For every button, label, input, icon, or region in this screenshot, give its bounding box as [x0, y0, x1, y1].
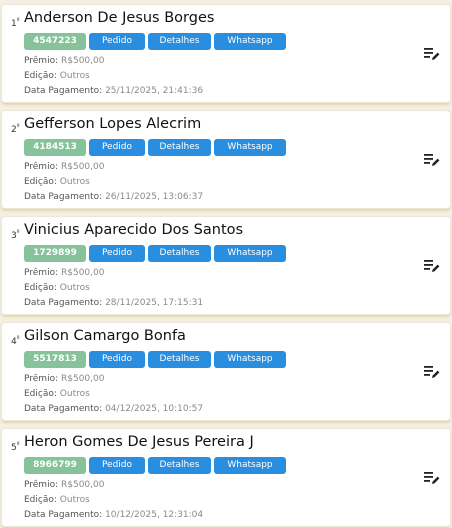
detalhes-button[interactable]: Detalhes	[148, 139, 211, 156]
detalhes-button[interactable]: Detalhes	[148, 457, 211, 474]
edit-list-icon[interactable]	[424, 46, 440, 60]
data-pagamento-value: 28/11/2025, 17:15:31	[105, 298, 204, 308]
premio-row: Prêmio: R$500,00	[24, 268, 104, 278]
edicao-value: Outros	[59, 389, 90, 399]
winner-name: Gefferson Lopes Alecrim	[24, 116, 202, 132]
ticket-id-badge: 1729899	[24, 245, 86, 262]
detalhes-button[interactable]: Detalhes	[148, 245, 211, 262]
data-pagamento-value: 25/11/2025, 21:41:36	[105, 86, 204, 96]
data-pagamento-label: Data Pagamento:	[24, 298, 103, 308]
premio-value: R$500,00	[61, 480, 105, 490]
edicao-label: Edição:	[24, 389, 57, 399]
premio-label: Prêmio:	[24, 268, 59, 278]
premio-row: Prêmio: R$500,00	[24, 480, 104, 490]
premio-row: Prêmio: R$500,00	[24, 56, 104, 66]
whatsapp-button[interactable]: Whatsapp	[214, 33, 286, 50]
rank-number: 3º	[11, 229, 20, 241]
data-pagamento-row: Data Pagamento: 04/12/2025, 10:10:57	[24, 404, 203, 414]
edicao-row: Edição: Outros	[24, 71, 90, 81]
winner-card: 3º Vinicius Aparecido Dos Santos 1729899…	[1, 216, 451, 315]
edit-list-icon[interactable]	[424, 152, 440, 166]
data-pagamento-row: Data Pagamento: 25/11/2025, 21:41:36	[24, 86, 203, 96]
edit-list-icon[interactable]	[424, 258, 440, 272]
ticket-id-badge: 4547223	[24, 33, 86, 50]
premio-value: R$500,00	[61, 268, 105, 278]
detalhes-button[interactable]: Detalhes	[148, 33, 211, 50]
data-pagamento-row: Data Pagamento: 10/12/2025, 12:31:04	[24, 510, 203, 520]
ticket-id-badge: 4184513	[24, 139, 86, 156]
winners-list: 1º Anderson De Jesus Borges 4547223 Pedi…	[0, 0, 452, 528]
pedido-button[interactable]: Pedido	[89, 33, 145, 50]
card-actions: 4184513 Pedido Detalhes Whatsapp	[24, 139, 286, 156]
data-pagamento-row: Data Pagamento: 28/11/2025, 17:15:31	[24, 298, 203, 308]
whatsapp-button[interactable]: Whatsapp	[214, 457, 286, 474]
edicao-row: Edição: Outros	[24, 177, 90, 187]
winner-card: 4º Gilson Camargo Bonfa 5517813 Pedido D…	[1, 322, 451, 421]
ticket-id-badge: 5517813	[24, 351, 86, 368]
premio-label: Prêmio:	[24, 480, 59, 490]
edit-list-icon[interactable]	[424, 470, 440, 484]
winner-card: 2º Gefferson Lopes Alecrim 4184513 Pedid…	[1, 110, 451, 209]
edicao-label: Edição:	[24, 71, 57, 81]
premio-row: Prêmio: R$500,00	[24, 374, 104, 384]
pedido-button[interactable]: Pedido	[89, 245, 145, 262]
rank-number: 5º	[11, 441, 20, 453]
edicao-row: Edição: Outros	[24, 389, 90, 399]
winner-card: 5º Heron Gomes De Jesus Pereira J 896679…	[1, 428, 451, 527]
edicao-value: Outros	[59, 177, 90, 187]
winner-name: Vinicius Aparecido Dos Santos	[24, 222, 244, 238]
edicao-row: Edição: Outros	[24, 495, 90, 505]
edit-list-icon[interactable]	[424, 364, 440, 378]
premio-value: R$500,00	[61, 56, 105, 66]
data-pagamento-row: Data Pagamento: 26/11/2025, 13:06:37	[24, 192, 203, 202]
data-pagamento-value: 04/12/2025, 10:10:57	[105, 404, 204, 414]
data-pagamento-label: Data Pagamento:	[24, 404, 103, 414]
ticket-id-badge: 8966799	[24, 457, 86, 474]
premio-label: Prêmio:	[24, 162, 59, 172]
data-pagamento-label: Data Pagamento:	[24, 192, 103, 202]
card-actions: 8966799 Pedido Detalhes Whatsapp	[24, 457, 286, 474]
winner-name: Heron Gomes De Jesus Pereira J	[24, 434, 254, 450]
card-actions: 5517813 Pedido Detalhes Whatsapp	[24, 351, 286, 368]
premio-value: R$500,00	[61, 374, 105, 384]
edicao-value: Outros	[59, 71, 90, 81]
edicao-value: Outros	[59, 283, 90, 293]
pedido-button[interactable]: Pedido	[89, 351, 145, 368]
data-pagamento-value: 26/11/2025, 13:06:37	[105, 192, 204, 202]
whatsapp-button[interactable]: Whatsapp	[214, 351, 286, 368]
pedido-button[interactable]: Pedido	[89, 457, 145, 474]
winner-name: Gilson Camargo Bonfa	[24, 328, 186, 344]
data-pagamento-value: 10/12/2025, 12:31:04	[105, 510, 204, 520]
whatsapp-button[interactable]: Whatsapp	[214, 245, 286, 262]
rank-number: 4º	[11, 335, 20, 347]
whatsapp-button[interactable]: Whatsapp	[214, 139, 286, 156]
premio-label: Prêmio:	[24, 374, 59, 384]
edicao-label: Edição:	[24, 495, 57, 505]
data-pagamento-label: Data Pagamento:	[24, 510, 103, 520]
premio-label: Prêmio:	[24, 56, 59, 66]
edicao-row: Edição: Outros	[24, 283, 90, 293]
winner-card: 1º Anderson De Jesus Borges 4547223 Pedi…	[1, 4, 451, 103]
winner-name: Anderson De Jesus Borges	[24, 10, 215, 26]
card-actions: 4547223 Pedido Detalhes Whatsapp	[24, 33, 286, 50]
edicao-label: Edição:	[24, 283, 57, 293]
rank-number: 1º	[11, 17, 20, 29]
card-actions: 1729899 Pedido Detalhes Whatsapp	[24, 245, 286, 262]
pedido-button[interactable]: Pedido	[89, 139, 145, 156]
premio-value: R$500,00	[61, 162, 105, 172]
detalhes-button[interactable]: Detalhes	[148, 351, 211, 368]
edicao-value: Outros	[59, 495, 90, 505]
data-pagamento-label: Data Pagamento:	[24, 86, 103, 96]
rank-number: 2º	[11, 123, 20, 135]
premio-row: Prêmio: R$500,00	[24, 162, 104, 172]
edicao-label: Edição:	[24, 177, 57, 187]
